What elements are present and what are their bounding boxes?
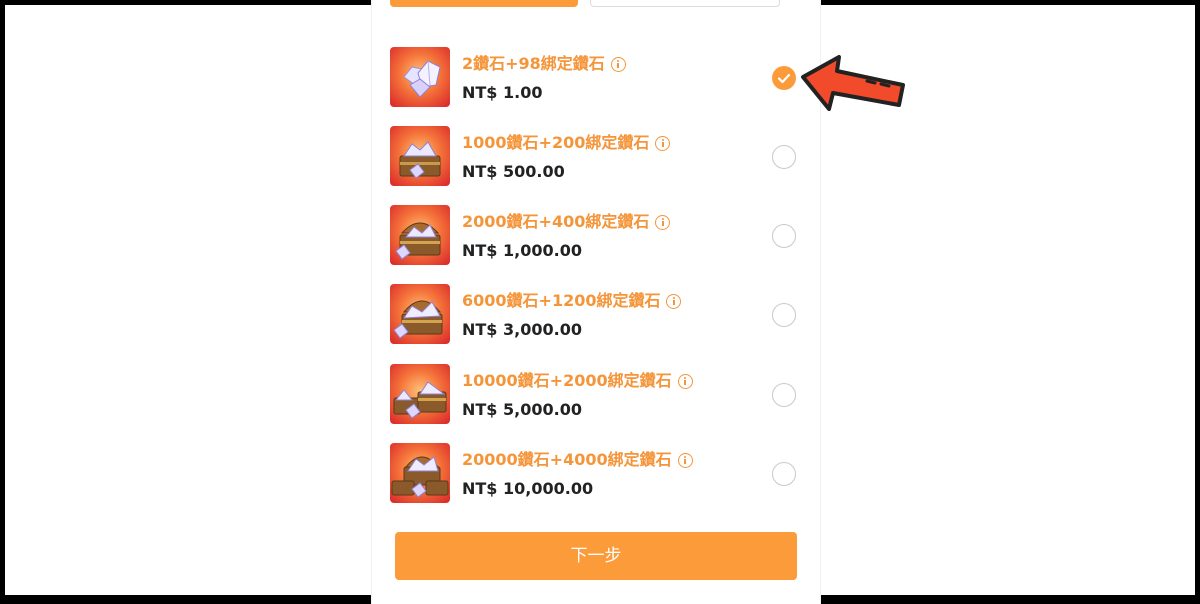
- diamond-chest-icon: [390, 126, 450, 186]
- info-icon[interactable]: [655, 214, 671, 230]
- package-item-3[interactable]: 6000鑽石+1200綁定鑽石 NT$ 3,000.00: [390, 284, 800, 346]
- package-price: NT$ 3,000.00: [462, 320, 582, 339]
- package-name: 2000鑽石+400綁定鑽石: [462, 211, 671, 233]
- package-item-4[interactable]: 10000鑽石+2000綁定鑽石 NT$ 5,000.00: [390, 364, 800, 426]
- package-name-text: 2鑽石+98綁定鑽石: [462, 54, 605, 73]
- package-name: 2鑽石+98綁定鑽石: [462, 53, 626, 75]
- package-item-0[interactable]: 2鑽石+98綁定鑽石 NT$ 1.00: [390, 47, 800, 109]
- info-icon[interactable]: [677, 452, 693, 468]
- package-name-text: 1000鑽石+200綁定鑽石: [462, 133, 650, 152]
- package-name-text: 10000鑽石+2000綁定鑽石: [462, 371, 672, 390]
- package-price: NT$ 10,000.00: [462, 479, 594, 498]
- package-item-2[interactable]: 2000鑽石+400綁定鑽石 NT$ 1,000.00: [390, 205, 800, 267]
- tab-active[interactable]: [390, 0, 578, 7]
- diamond-chests-icon: [390, 443, 450, 503]
- package-item-5[interactable]: 20000鑽石+4000綁定鑽石 NT$ 10,000.00: [390, 443, 800, 505]
- package-price: NT$ 1.00: [462, 83, 543, 102]
- radio-unselected[interactable]: [772, 383, 796, 407]
- radio-unselected[interactable]: [772, 145, 796, 169]
- package-price: NT$ 500.00: [462, 162, 565, 181]
- diamond-chest-icon: [390, 205, 450, 265]
- radio-unselected[interactable]: [772, 303, 796, 327]
- package-name: 6000鑽石+1200綁定鑽石: [462, 290, 682, 312]
- info-icon[interactable]: [677, 373, 693, 389]
- info-icon[interactable]: [610, 56, 626, 72]
- pointer-arrow-icon: [801, 55, 905, 111]
- next-step-button[interactable]: 下一步: [395, 532, 797, 580]
- radio-unselected[interactable]: [772, 224, 796, 248]
- diamond-chest-icon: [390, 284, 450, 344]
- radio-selected[interactable]: [772, 66, 796, 90]
- radio-unselected[interactable]: [772, 462, 796, 486]
- package-price: NT$ 1,000.00: [462, 241, 582, 260]
- info-icon[interactable]: [655, 135, 671, 151]
- diamond-pile-icon: [390, 47, 450, 107]
- info-icon[interactable]: [666, 293, 682, 309]
- diamond-chests-icon: [390, 364, 450, 424]
- package-item-1[interactable]: 1000鑽石+200綁定鑽石 NT$ 500.00: [390, 126, 800, 188]
- check-icon: [777, 73, 791, 84]
- package-name: 20000鑽石+4000綁定鑽石: [462, 449, 693, 471]
- package-name-text: 6000鑽石+1200綁定鑽石: [462, 291, 661, 310]
- package-name-text: 2000鑽石+400綁定鑽石: [462, 212, 650, 231]
- tab-inactive[interactable]: [590, 0, 780, 7]
- package-price: NT$ 5,000.00: [462, 400, 582, 419]
- package-name: 10000鑽石+2000綁定鑽石: [462, 370, 693, 392]
- package-name: 1000鑽石+200綁定鑽石: [462, 132, 671, 154]
- package-name-text: 20000鑽石+4000綁定鑽石: [462, 450, 672, 469]
